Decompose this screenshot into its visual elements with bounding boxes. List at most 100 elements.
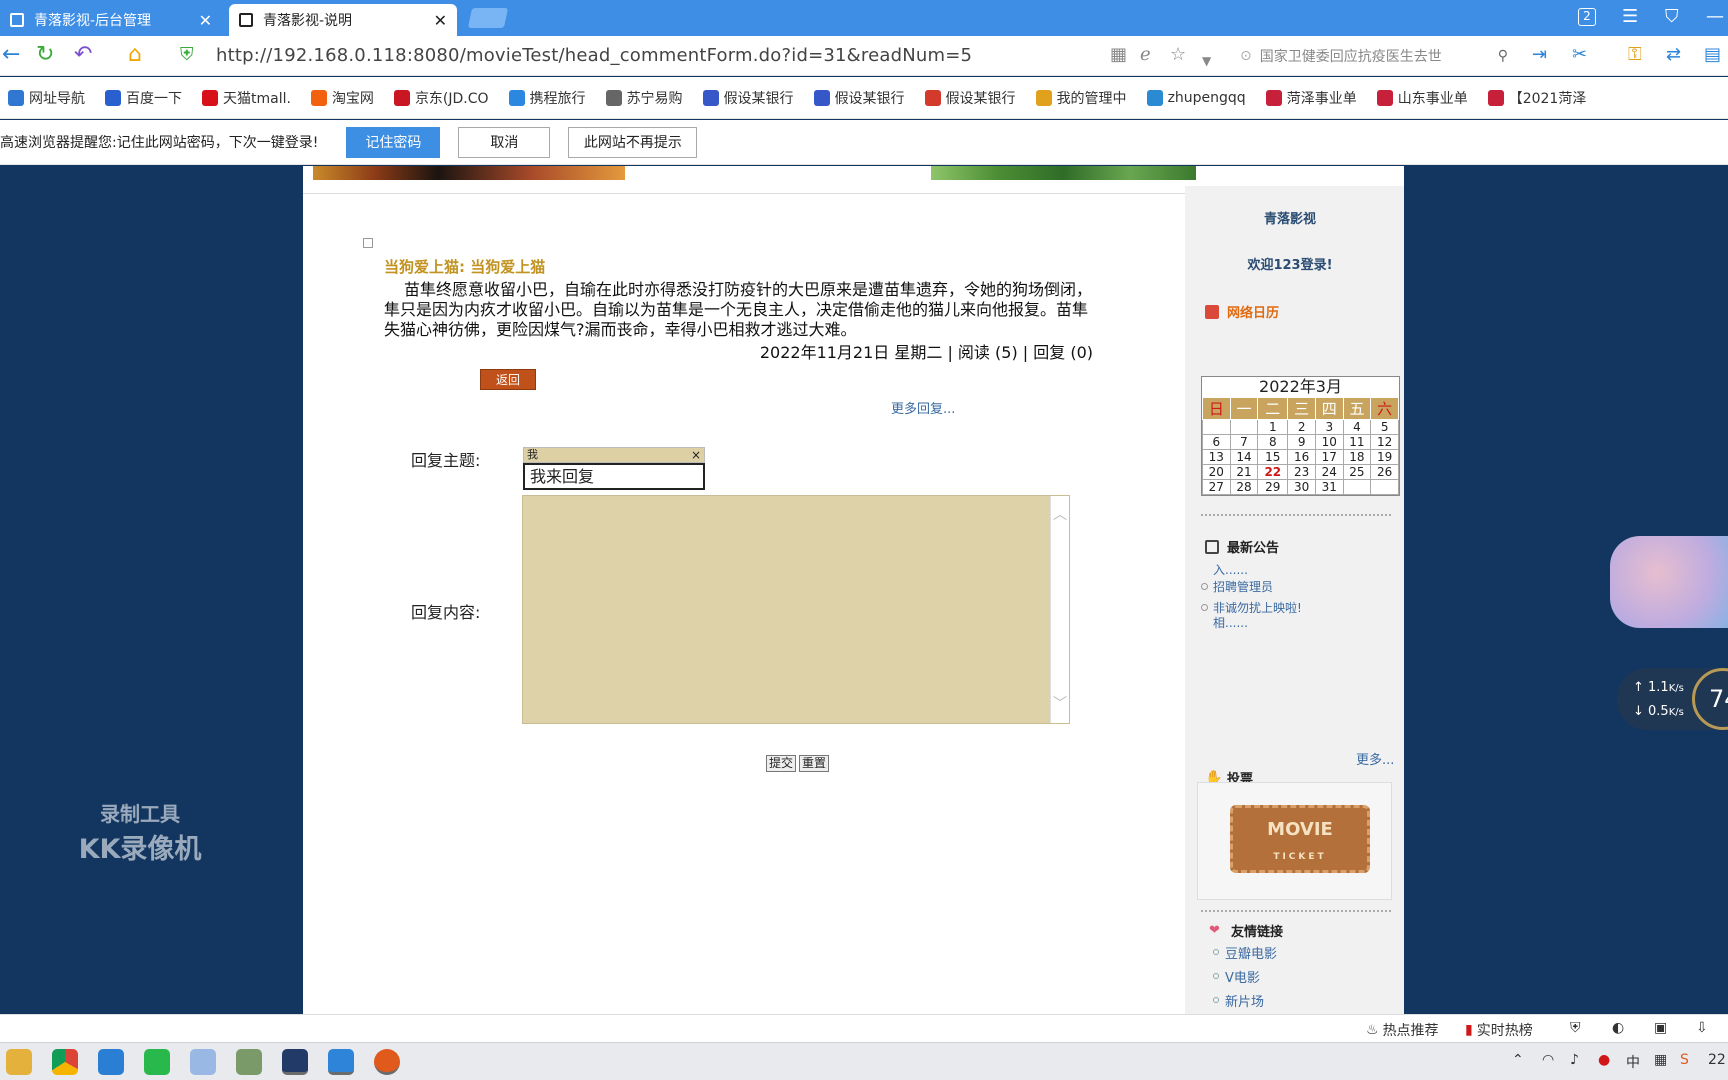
- calendar-day[interactable]: 29: [1257, 479, 1289, 495]
- bookmark-item[interactable]: zhupengqq: [1146, 89, 1246, 106]
- calendar-day[interactable]: 7: [1229, 434, 1259, 450]
- notice-item[interactable]: 相......: [1213, 616, 1248, 630]
- bookmark-item[interactable]: 假设某银行: [813, 88, 905, 108]
- calendar-day[interactable]: 10: [1314, 434, 1344, 450]
- calendar-day[interactable]: 26: [1370, 464, 1399, 480]
- download-icon[interactable]: ⇩: [1696, 1020, 1708, 1036]
- calendar-day[interactable]: 28: [1229, 479, 1259, 495]
- calendar-day[interactable]: 20: [1202, 464, 1231, 480]
- window-count-badge[interactable]: 2: [1578, 8, 1596, 26]
- calendar-day[interactable]: 2: [1287, 419, 1316, 435]
- hot-recommend[interactable]: ♨ 热点推荐: [1366, 1020, 1439, 1040]
- calendar-day[interactable]: 18: [1342, 449, 1372, 465]
- bookmark-item[interactable]: 菏泽事业单: [1265, 88, 1357, 108]
- calendar-day[interactable]: 14: [1229, 449, 1259, 465]
- bookmark-item[interactable]: 百度一下: [105, 88, 182, 108]
- friend-link[interactable]: 新片场: [1225, 991, 1264, 1010]
- scissors-icon[interactable]: ✂: [1572, 42, 1587, 68]
- ime-indicator[interactable]: 中: [1626, 1052, 1640, 1072]
- calendar-day[interactable]: 15: [1257, 449, 1289, 465]
- extension-icon[interactable]: ▤: [1704, 42, 1721, 68]
- tab-admin[interactable]: 青落影视-后台管理 ✕: [0, 4, 222, 36]
- tab-description[interactable]: 青落影视-说明 ✕: [229, 4, 457, 36]
- key-icon[interactable]: ⚿: [1628, 42, 1642, 68]
- close-icon[interactable]: ✕: [199, 11, 212, 30]
- speaker-icon[interactable]: ◐: [1612, 1020, 1624, 1036]
- login-icon[interactable]: ⇥: [1532, 42, 1547, 68]
- scrollbar[interactable]: ︿ ﹀: [1050, 496, 1069, 723]
- calendar-day[interactable]: 17: [1314, 449, 1344, 465]
- calendar-day[interactable]: 19: [1370, 449, 1399, 465]
- friend-link[interactable]: V电影: [1225, 967, 1260, 986]
- refresh-icon[interactable]: ↻: [36, 42, 54, 68]
- sogou-icon[interactable]: S: [1680, 1052, 1689, 1068]
- bookmark-item[interactable]: 网址导航: [8, 88, 85, 108]
- player-icon[interactable]: [144, 1049, 170, 1075]
- qq-icon[interactable]: ●: [1598, 1052, 1610, 1068]
- new-tab-button[interactable]: [467, 8, 509, 28]
- calendar-day[interactable]: 12: [1370, 434, 1399, 450]
- back-icon[interactable]: ←: [2, 42, 20, 68]
- calendar-day[interactable]: 3: [1314, 419, 1344, 435]
- search-input[interactable]: ⊙ 国家卫健委回应抗疫医生去世 ⚲: [1240, 42, 1508, 70]
- wifi-icon[interactable]: ◠: [1542, 1052, 1554, 1068]
- content-textarea[interactable]: ︿ ﹀: [522, 495, 1070, 724]
- bookmark-item[interactable]: 我的管理中: [1035, 88, 1127, 108]
- live-hot-list[interactable]: ▮ 实时热榜: [1465, 1020, 1533, 1040]
- calendar-day[interactable]: 9: [1287, 434, 1316, 450]
- volume-icon[interactable]: ♪: [1570, 1052, 1579, 1068]
- calendar-day[interactable]: 4: [1342, 419, 1372, 435]
- tray-chevron-up-icon[interactable]: ⌃: [1512, 1052, 1524, 1068]
- eclipse-icon[interactable]: [282, 1049, 308, 1075]
- app-icon[interactable]: [190, 1049, 216, 1075]
- network-speed-widget[interactable]: ↑ 1.1K/s ↓ 0.5K/s 74: [1617, 668, 1728, 730]
- notice-item[interactable]: 招聘管理员: [1213, 580, 1273, 594]
- app-icon[interactable]: [236, 1049, 262, 1075]
- security-icon[interactable]: ⛨: [1570, 1020, 1581, 1036]
- close-icon[interactable]: ×: [691, 448, 701, 462]
- chevron-up-icon[interactable]: ︿: [1051, 504, 1069, 524]
- bookmark-item[interactable]: 天猫tmall.: [202, 88, 291, 108]
- menu-icon[interactable]: ☰: [1622, 6, 1638, 28]
- calendar-day[interactable]: 31: [1314, 479, 1344, 495]
- calendar-day[interactable]: 5: [1370, 419, 1399, 435]
- file-explorer-icon[interactable]: [6, 1049, 32, 1075]
- translate-icon[interactable]: ⇄: [1666, 42, 1681, 68]
- skin-icon[interactable]: ⛉: [1665, 6, 1679, 28]
- never-prompt-button[interactable]: 此网站不再提示: [568, 126, 698, 158]
- calendar-day[interactable]: 6: [1202, 434, 1231, 450]
- calendar-day[interactable]: 22: [1257, 464, 1289, 480]
- qrcode-icon[interactable]: ▦: [1110, 42, 1127, 68]
- bookmark-item[interactable]: 淘宝网: [310, 88, 374, 108]
- calendar-day[interactable]: 16: [1287, 449, 1316, 465]
- calendar-day[interactable]: 30: [1287, 479, 1316, 495]
- calendar-day[interactable]: 8: [1257, 434, 1289, 450]
- calendar-day[interactable]: 23: [1287, 464, 1316, 480]
- chrome-icon[interactable]: [52, 1049, 78, 1075]
- calendar-day[interactable]: 21: [1229, 464, 1259, 480]
- bookmark-item[interactable]: 【2021菏泽: [1487, 88, 1586, 108]
- submit-button[interactable]: 提交: [766, 755, 797, 772]
- bookmark-item[interactable]: 假设某银行: [924, 88, 1016, 108]
- search-icon[interactable]: ⚲: [1498, 48, 1508, 64]
- bookmark-item[interactable]: 京东(JD.CO: [393, 88, 489, 108]
- more-replies-link[interactable]: 更多回复...: [891, 398, 955, 417]
- mascot-widget[interactable]: [1610, 536, 1728, 628]
- url-field[interactable]: http://192.168.0.118:8080/movieTest/head…: [216, 45, 972, 66]
- chevron-down-icon[interactable]: ﹀: [1051, 693, 1069, 713]
- close-icon[interactable]: ✕: [434, 11, 447, 30]
- print-icon[interactable]: ▣: [1654, 1020, 1667, 1036]
- bookmark-item[interactable]: 假设某银行: [702, 88, 794, 108]
- cancel-button[interactable]: 取消: [458, 126, 551, 158]
- notice-more-link[interactable]: 更多...: [1356, 749, 1394, 768]
- bookmark-item[interactable]: 携程旅行: [508, 88, 586, 108]
- bookmark-item[interactable]: 山东事业单: [1376, 88, 1468, 108]
- notice-item[interactable]: 入......: [1213, 563, 1248, 577]
- clock[interactable]: 22: [1708, 1052, 1726, 1068]
- home-icon[interactable]: ⌂: [128, 42, 142, 68]
- calendar-day[interactable]: 27: [1202, 479, 1231, 495]
- recorder-icon[interactable]: [374, 1049, 400, 1075]
- vote-image[interactable]: MOVIE TICKET: [1197, 782, 1392, 900]
- remember-password-button[interactable]: 记住密码: [346, 126, 441, 158]
- autocomplete-popup[interactable]: 我 ×: [523, 447, 705, 463]
